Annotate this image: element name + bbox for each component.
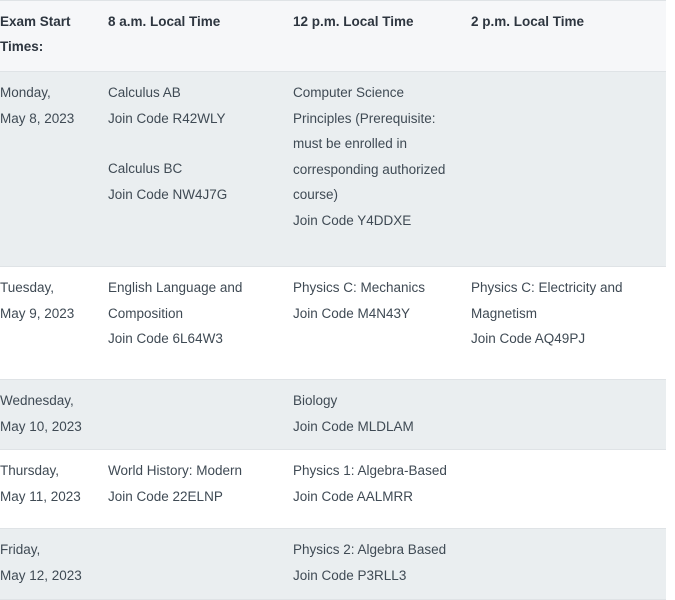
exam-name: Physics C: Electricity and Magnetism [471, 280, 623, 321]
cell-8am-wednesday [108, 379, 293, 450]
column-header-12pm: 12 p.m. Local Time [293, 0, 471, 72]
table-row: Friday, May 12, 2023 Physics 2: Algebra … [0, 528, 666, 600]
cell-12pm-thursday: Physics 1: Algebra-Based Join Code AALMR… [293, 449, 471, 529]
join-code: Join Code M4N43Y [293, 305, 411, 321]
table-row: Wednesday, May 10, 2023 Biology Join Cod… [0, 379, 666, 450]
column-header-8am: 8 a.m. Local Time [108, 0, 293, 72]
join-code: Join Code AQ49PJ [471, 331, 586, 346]
date-weekday: Monday, [0, 85, 51, 100]
exam-name: World History: Modern [108, 463, 243, 478]
join-code: Join Code P3RLL3 [293, 567, 407, 583]
cell-12pm-monday: Computer Science Principles (Prerequisit… [293, 71, 471, 267]
exam-name: Calculus AB [108, 85, 181, 100]
cell-12pm-wednesday: Biology Join Code MLDLAM [293, 379, 471, 450]
join-code: Join Code 22ELNP [108, 488, 223, 504]
date-weekday: Wednesday, [0, 393, 74, 408]
column-header-2pm: 2 p.m. Local Time [471, 0, 666, 72]
table-row: Thursday, May 11, 2023 World History: Mo… [0, 449, 666, 529]
exam-name: Physics 2: Algebra Based [293, 542, 447, 557]
cell-date-friday: Friday, May 12, 2023 [0, 528, 108, 600]
exam-name: Physics 1: Algebra-Based [293, 463, 447, 478]
cell-2pm-thursday [471, 449, 666, 529]
join-code: Join Code NW4J7G [108, 186, 228, 202]
cell-8am-thursday: World History: Modern Join Code 22ELNP [108, 449, 293, 529]
date-full: May 10, 2023 [0, 418, 82, 434]
cell-8am-monday: Calculus AB Join Code R42WLY Calculus BC… [108, 71, 293, 267]
date-weekday: Friday, [0, 542, 41, 557]
table-body: Monday, May 8, 2023 Calculus AB Join Cod… [0, 71, 666, 600]
cell-2pm-wednesday [471, 379, 666, 450]
cell-date-thursday: Thursday, May 11, 2023 [0, 449, 108, 529]
cell-2pm-tuesday: Physics C: Electricity and Magnetism Joi… [471, 266, 666, 380]
date-full: May 8, 2023 [0, 110, 75, 126]
join-code: Join Code AALMRR [293, 488, 414, 504]
exam-name: Physics C: Mechanics [293, 280, 426, 295]
cell-8am-friday [108, 528, 293, 600]
table-row: Tuesday, May 9, 2023 English Language an… [0, 266, 666, 380]
join-code: Join Code MLDLAM [293, 418, 414, 434]
date-weekday: Thursday, [0, 463, 60, 478]
date-weekday: Tuesday, [0, 280, 55, 295]
exam-name: Calculus BC [108, 161, 183, 176]
table-row: Monday, May 8, 2023 Calculus AB Join Cod… [0, 71, 666, 267]
exam-name: Computer Science Principles (Prerequisit… [293, 85, 446, 202]
exam-name: English Language and Composition [108, 280, 243, 321]
date-full: May 12, 2023 [0, 567, 82, 583]
table-header-row: Exam Start Times: 8 a.m. Local Time 12 p… [0, 0, 666, 72]
exam-schedule-table: Exam Start Times: 8 a.m. Local Time 12 p… [0, 0, 666, 600]
cell-date-tuesday: Tuesday, May 9, 2023 [0, 266, 108, 380]
table-header: Exam Start Times: 8 a.m. Local Time 12 p… [0, 0, 666, 72]
cell-8am-tuesday: English Language and Composition Join Co… [108, 266, 293, 380]
date-full: May 11, 2023 [0, 488, 81, 504]
cell-date-monday: Monday, May 8, 2023 [0, 71, 108, 267]
cell-spacer [108, 131, 283, 156]
join-code: Join Code 6L64W3 [108, 331, 223, 346]
date-full: May 9, 2023 [0, 305, 75, 321]
cell-2pm-friday [471, 528, 666, 600]
column-header-exam-start-times: Exam Start Times: [0, 0, 108, 72]
join-code: Join Code Y4DDXE [293, 212, 412, 228]
cell-2pm-monday [471, 71, 666, 267]
cell-12pm-friday: Physics 2: Algebra Based Join Code P3RLL… [293, 528, 471, 600]
exam-schedule-table-wrapper: Exam Start Times: 8 a.m. Local Time 12 p… [0, 0, 666, 600]
exam-name: Biology [293, 393, 338, 408]
cell-date-wednesday: Wednesday, May 10, 2023 [0, 379, 108, 450]
join-code: Join Code R42WLY [108, 110, 226, 126]
cell-12pm-tuesday: Physics C: Mechanics Join Code M4N43Y [293, 266, 471, 380]
